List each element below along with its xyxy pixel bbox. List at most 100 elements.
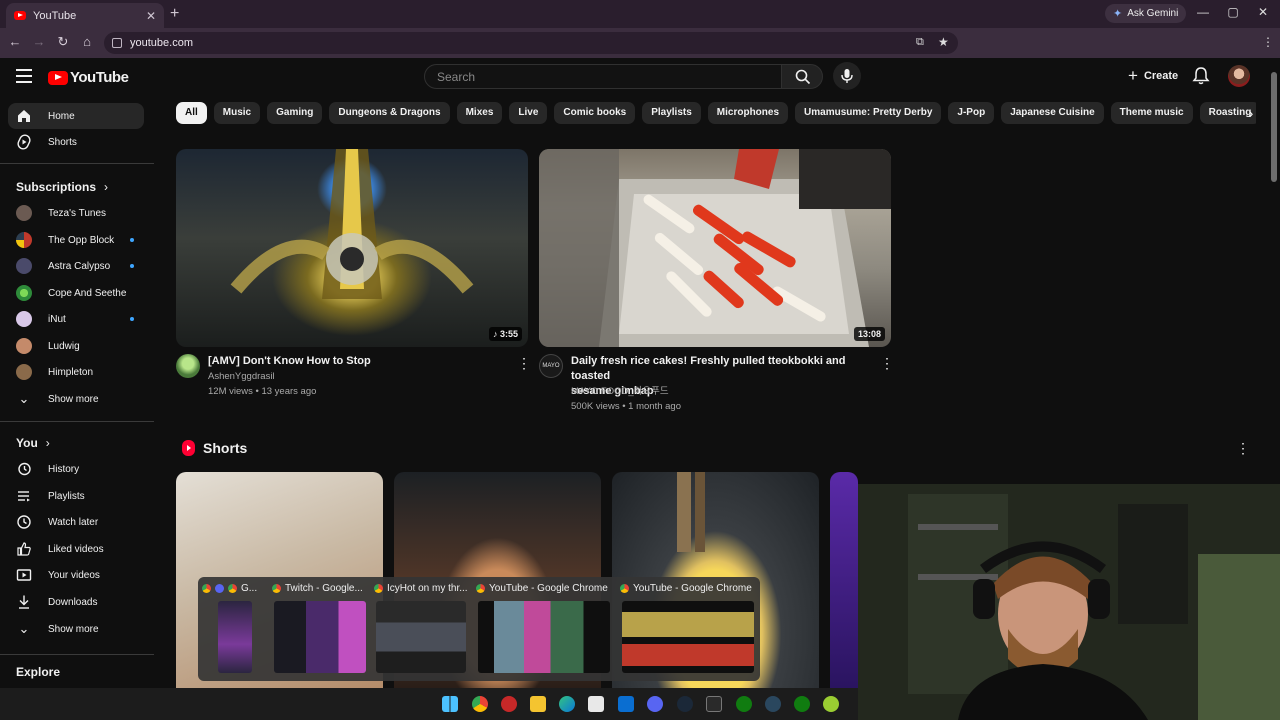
video-duration-badge: 13:08 [853, 327, 885, 341]
forward-arrow-icon[interactable]: → [30, 34, 48, 49]
install-app-icon[interactable]: ⧉ [916, 36, 924, 49]
window-preview[interactable]: YouTube - Google Chrome [476, 581, 612, 677]
sidebar-show-more-you[interactable]: ⌄ Show more [8, 616, 144, 642]
filter-chip[interactable]: Japanese Cuisine [1001, 102, 1104, 124]
sidebar-item-history[interactable]: History [8, 456, 144, 482]
close-window-button[interactable]: ✕ [1248, 5, 1278, 19]
outlook-icon[interactable] [618, 696, 634, 712]
browser-menu-icon[interactable]: ⋮ [1262, 35, 1274, 49]
create-button[interactable]: + Create [1118, 63, 1188, 89]
window-preview[interactable]: Twitch - Google... [272, 581, 368, 677]
you-heading[interactable]: You › [16, 436, 50, 450]
more-options-icon[interactable]: ⋮ [880, 355, 894, 372]
sidebar-item-label: Downloads [48, 596, 98, 608]
show-more-label: Show more [48, 393, 99, 405]
filter-chip[interactable]: Microphones [707, 102, 789, 124]
sidebar-item-liked-videos[interactable]: Liked videos [8, 536, 144, 562]
youtube-favicon-icon [14, 11, 26, 20]
filter-chip[interactable]: Theme music [1110, 102, 1193, 124]
sidebar-item-subscription[interactable]: The Opp Block [8, 227, 144, 253]
sidebar-item-subscription[interactable]: Teza's Tunes [8, 200, 144, 226]
more-options-icon[interactable]: ⋮ [1236, 440, 1250, 457]
sidebar-item-subscription[interactable]: Himpleton [8, 359, 144, 385]
xbox-icon[interactable] [736, 696, 752, 712]
hamburger-menu-icon[interactable] [16, 69, 32, 83]
sidebar-item-subscription[interactable]: Astra Calypso [8, 253, 144, 279]
sidebar-show-more[interactable]: ⌄ Show more [8, 386, 144, 412]
filter-chip[interactable]: All [176, 102, 207, 124]
steam-icon[interactable] [677, 696, 693, 712]
page-scrollbar[interactable] [1268, 58, 1280, 484]
back-arrow-icon[interactable]: ← [6, 34, 24, 49]
video-thumbnail[interactable]: ♪ 3:55 [176, 149, 528, 347]
filter-chip[interactable]: Comic books [554, 102, 636, 124]
edge-icon[interactable] [559, 696, 575, 712]
subscriptions-heading[interactable]: Subscriptions › [16, 180, 108, 194]
windows-start-icon[interactable] [442, 696, 458, 712]
window-preview[interactable]: G... [202, 581, 262, 677]
sidebar-item-subscription[interactable]: Ludwig [8, 333, 144, 359]
new-tab-button[interactable]: + [170, 5, 179, 23]
filter-chip[interactable]: Mixes [456, 102, 503, 124]
sidebar-item-playlists[interactable]: Playlists [8, 483, 144, 509]
sidebar-item-your-videos[interactable]: Your videos [8, 562, 144, 588]
chevron-right-icon[interactable]: › [1240, 102, 1262, 124]
file-explorer-icon[interactable] [530, 696, 546, 712]
app-taskbar-icon[interactable] [501, 696, 517, 712]
site-settings-icon[interactable] [112, 38, 122, 48]
minimize-window-button[interactable]: — [1188, 5, 1218, 19]
app-taskbar-icon[interactable] [823, 696, 839, 712]
filter-chip[interactable]: Dungeons & Dragons [329, 102, 450, 124]
browser-tab[interactable]: YouTube ✕ [6, 3, 164, 28]
epic-games-icon[interactable] [706, 696, 722, 712]
channel-name[interactable]: AshenYggdrasil [208, 369, 275, 384]
address-bar[interactable]: youtube.com [104, 32, 958, 54]
sidebar-item-home[interactable]: Home [8, 103, 144, 129]
sidebar-item-subscription[interactable]: Cope And Seethe [8, 280, 144, 306]
video-title[interactable]: [AMV] Don't Know How to Stop [208, 354, 508, 369]
channel-avatar[interactable] [176, 354, 200, 378]
window-preview[interactable]: IcyHot on my thr... [374, 581, 468, 677]
account-avatar[interactable] [1228, 65, 1250, 87]
shorts-icon [16, 134, 32, 150]
short-thumbnail[interactable] [830, 472, 858, 688]
bookmark-star-icon[interactable]: ★ [938, 35, 949, 49]
filter-chip[interactable]: Playlists [642, 102, 701, 124]
xbox-app-icon[interactable] [794, 696, 810, 712]
steam-icon[interactable] [765, 696, 781, 712]
maximize-window-button[interactable]: ▢ [1218, 5, 1248, 19]
filter-chip[interactable]: Music [213, 102, 261, 124]
sidebar-item-subscription[interactable]: iNut [8, 306, 144, 332]
filter-chip[interactable]: Umamusume: Pretty Derby [795, 102, 942, 124]
chrome-icon [228, 584, 237, 593]
channel-avatar [16, 311, 32, 327]
store-icon[interactable] [588, 696, 604, 712]
channel-name: Teza's Tunes [48, 207, 107, 219]
home-browser-icon[interactable]: ⌂ [78, 34, 96, 49]
webcam-scene [858, 484, 1280, 720]
search-button[interactable] [781, 64, 823, 89]
window-preview[interactable]: YouTube - Google Chrome [620, 581, 756, 677]
chrome-taskbar-icon[interactable] [472, 696, 488, 712]
notifications-bell-icon[interactable] [1191, 66, 1211, 86]
chopsticks-art [677, 472, 691, 552]
more-options-icon[interactable]: ⋮ [517, 355, 531, 372]
filter-chip[interactable]: Gaming [267, 102, 323, 124]
your-videos-icon [16, 567, 32, 583]
scrollbar-thumb[interactable] [1271, 72, 1277, 182]
sidebar-item-downloads[interactable]: Downloads [8, 589, 144, 615]
sidebar-item-watch-later[interactable]: Watch later [8, 509, 144, 535]
channel-avatar[interactable]: MAYO [539, 354, 563, 378]
ask-gemini-button[interactable]: ✦ Ask Gemini [1105, 4, 1187, 23]
search-input[interactable] [425, 65, 781, 88]
youtube-logo[interactable]: YouTube [48, 69, 129, 86]
video-thumbnail[interactable]: 13:08 [539, 149, 891, 347]
sidebar-item-shorts[interactable]: Shorts [8, 129, 144, 155]
filter-chip[interactable]: Live [509, 102, 548, 124]
discord-icon[interactable] [647, 696, 663, 712]
close-tab-icon[interactable]: ✕ [146, 9, 156, 23]
filter-chip[interactable]: J-Pop [948, 102, 995, 124]
reload-icon[interactable]: ↻ [54, 34, 72, 50]
voice-search-button[interactable] [833, 62, 861, 90]
channel-name[interactable]: MAYO FOOD_마요푸드 [571, 384, 669, 399]
